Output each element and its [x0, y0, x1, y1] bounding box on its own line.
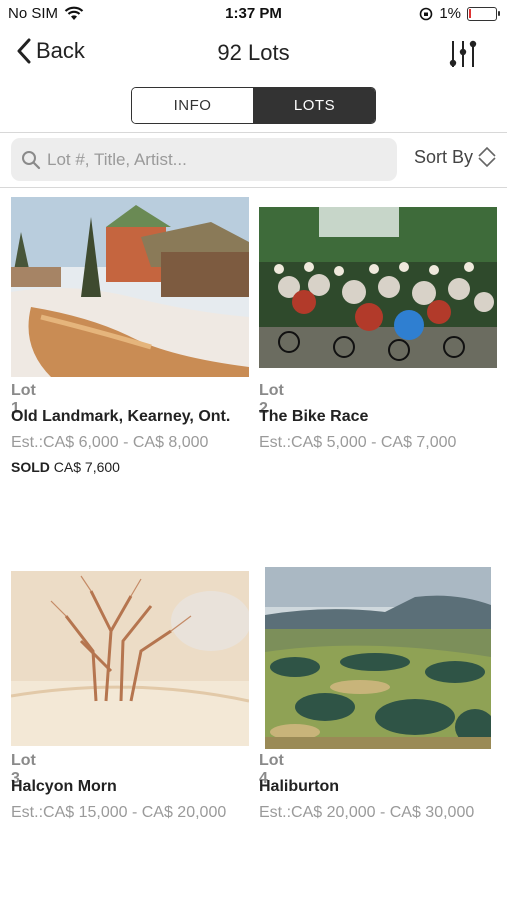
battery-percent: 1% [439, 5, 461, 22]
divider [0, 187, 507, 188]
lot-sold-status: SOLD CA$ 7,600 [11, 459, 120, 475]
battery-icon [467, 6, 500, 21]
segmented-control: INFO LOTS [131, 87, 376, 124]
sort-by-button[interactable]: Sort By [414, 146, 497, 168]
lot-title: Haliburton [259, 778, 339, 795]
painting-winter-tree [11, 571, 249, 746]
lot-title: Old Landmark, Kearney, Ont. [11, 408, 231, 425]
painting-haliburton [265, 567, 491, 749]
nav-bar: Back 92 Lots [0, 28, 507, 80]
lot-image[interactable] [259, 207, 497, 368]
lot-estimate: Est.:CA$ 15,000 - CA$ 20,000 [11, 804, 227, 821]
tab-info[interactable]: INFO [132, 88, 254, 123]
sort-chevrons-icon [478, 146, 496, 168]
divider [0, 132, 507, 133]
lot-image[interactable] [265, 567, 491, 749]
search-input[interactable]: Lot #, Title, Artist... [11, 138, 397, 181]
status-bar: No SIM 1:37 PM 1% [0, 0, 507, 28]
tab-lots[interactable]: LOTS [254, 88, 375, 123]
search-icon [22, 150, 41, 169]
sort-by-label: Sort By [413, 146, 473, 167]
orientation-lock-icon [420, 7, 433, 20]
lot-image[interactable] [11, 197, 249, 377]
page-title: 92 Lots [217, 40, 290, 65]
lot-estimate: Est.:CA$ 20,000 - CA$ 30,000 [259, 804, 475, 821]
search-placeholder: Lot #, Title, Artist... [47, 149, 187, 169]
painting-landscape-house [11, 197, 249, 377]
sliders-icon [449, 40, 477, 67]
status-right: 1% [419, 5, 500, 22]
filter-button[interactable] [447, 38, 481, 70]
lot-title: The Bike Race [259, 408, 369, 425]
lot-title: Halcyon Morn [11, 778, 117, 795]
painting-bike-race [259, 207, 497, 368]
lot-estimate: Est.:CA$ 6,000 - CA$ 8,000 [11, 434, 209, 451]
sold-price: CA$ 7,600 [53, 459, 120, 475]
sold-label: SOLD [11, 459, 50, 475]
lot-image[interactable] [11, 571, 249, 746]
lot-estimate: Est.:CA$ 5,000 - CA$ 7,000 [259, 434, 457, 451]
